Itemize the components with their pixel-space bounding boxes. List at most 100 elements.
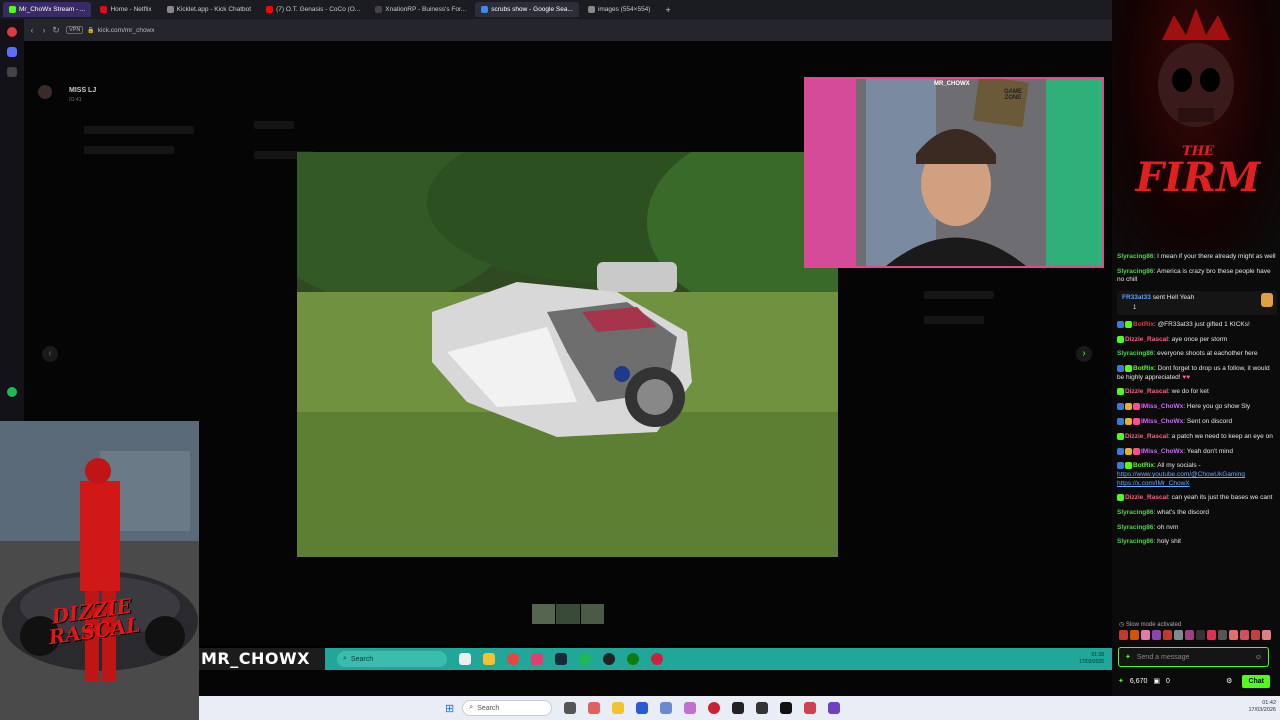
chat-message: BotRix: All my socials - https://www.you… (1117, 462, 1245, 487)
vpn-badge[interactable]: VPN (66, 26, 84, 34)
sub-badge-icon (1117, 432, 1124, 440)
store-icon[interactable] (636, 702, 649, 714)
folder-icon[interactable] (612, 702, 625, 714)
thumbnail[interactable] (556, 604, 580, 624)
obs-icon[interactable] (828, 702, 841, 714)
points-count: 6,670 (1129, 677, 1148, 685)
search-icon: ⌕ (469, 704, 474, 711)
settings-icon[interactable]: ⚙ (1226, 677, 1232, 685)
overlay-search: ⌕ Search (337, 651, 447, 667)
dm-time: 01:41 (69, 97, 82, 103)
app-icon[interactable] (804, 702, 817, 714)
emote-icon[interactable] (1229, 630, 1238, 640)
obs-icon (603, 653, 615, 665)
gta-character-image (0, 421, 199, 720)
chat-message: IMiss_ChoWx: Yeah don't mind (1117, 447, 1277, 457)
home-icon[interactable] (7, 47, 17, 57)
tab-google-search[interactable]: scrubs show - Google Sea... (475, 2, 579, 17)
windows-start-icon[interactable]: ⊞ (445, 702, 454, 715)
emote-icon[interactable] (1163, 630, 1172, 640)
thumbnail-strip[interactable] (532, 604, 604, 624)
spotify-icon[interactable] (7, 387, 17, 397)
chat-messages[interactable]: Slyracing86: I mean if your there alread… (1117, 253, 1277, 625)
new-tab-button[interactable]: + (659, 2, 676, 17)
opera-icon[interactable] (708, 702, 721, 714)
chat-input[interactable]: ✦ Send a message ☺ (1118, 647, 1269, 667)
dim-row (254, 121, 294, 129)
dim-row (84, 146, 174, 154)
sub-badge-icon (1117, 494, 1124, 502)
x-link[interactable]: https://x.com/IMr_ChowX (1117, 480, 1190, 487)
edge-icon[interactable] (588, 702, 601, 714)
emote-icon[interactable] (1207, 630, 1216, 640)
chat-send-button[interactable]: Chat (1242, 674, 1270, 688)
xbox-icon (627, 653, 639, 665)
emoji-icon[interactable]: ☺ (1255, 654, 1262, 661)
capcut-icon[interactable] (732, 702, 745, 714)
cam-label: MR_CHOWX (934, 81, 970, 87)
emote-icon[interactable] (1152, 630, 1161, 640)
webcam-image (806, 79, 1102, 266)
spotify-icon (579, 653, 591, 665)
gift-count-footer: 0 (1166, 677, 1170, 685)
vip-badge-icon (1133, 447, 1140, 455)
kicks-gift-message: FR33at33 sent Hell Yeah 1 (1117, 290, 1277, 315)
chat-message: Dizzie_Rascal: aye once per storm (1117, 335, 1277, 345)
dm-name: MISS LJ (69, 87, 97, 94)
bookmark-icon[interactable] (7, 67, 17, 77)
emote-icon[interactable] (1251, 630, 1260, 640)
system-clock: 01:42 17/03/2026 (1248, 700, 1276, 713)
emote-bar[interactable] (1119, 630, 1271, 642)
gift-icon[interactable]: ▣ (1153, 677, 1160, 685)
tab-youtube[interactable]: (7) O.T. Genasis - CoCo (O... (260, 2, 366, 17)
tab-kick-stream[interactable]: Mr_ChoWx Stream - ... (3, 2, 92, 17)
file-icon (459, 653, 471, 665)
epic-icon[interactable] (756, 702, 769, 714)
back-icon[interactable]: ‹ (26, 25, 38, 35)
url-field[interactable]: kick.com/mr_chowx (98, 27, 155, 34)
chat-message: Slyracing86: everyone shoots at eachothe… (1117, 350, 1258, 358)
chat-footer: ✦ 6,670 ▣ 0 ⚙ Chat (1118, 673, 1270, 689)
windows-taskbar: ⊞ ⌕ Search (199, 696, 1280, 720)
xnation-icon (375, 6, 383, 13)
emote-icon[interactable] (1196, 630, 1205, 640)
firm-title: THE FIRM (1135, 144, 1261, 201)
emote-icon[interactable] (1240, 630, 1249, 640)
thumbnail[interactable] (532, 604, 556, 624)
emote-icon[interactable] (1174, 630, 1183, 640)
mail-icon[interactable] (660, 702, 673, 714)
emote-icon[interactable] (1185, 630, 1194, 640)
browser-tab-bar: Mr_ChoWx Stream - ... Home - Netflix Kic… (0, 0, 1112, 19)
taskbar-search[interactable]: ⌕ Search (462, 700, 553, 716)
sparkle-icon[interactable]: ✦ (1125, 653, 1131, 661)
tab-xnation[interactable]: XnationRP - Buiness's For... (369, 2, 472, 17)
reload-icon[interactable]: ↻ (50, 25, 62, 36)
points-icon: ✦ (1118, 678, 1124, 685)
tab-images[interactable]: images (554×554) (582, 2, 657, 17)
prev-arrow-icon[interactable]: ‹ (42, 346, 58, 362)
youtube-icon (266, 6, 274, 13)
next-arrow-icon[interactable]: › (1076, 346, 1092, 362)
opera-icon[interactable] (7, 27, 17, 37)
kicklet-icon (166, 6, 174, 13)
mod-badge-icon (1117, 403, 1124, 411)
app-icon[interactable] (684, 702, 697, 714)
crown-badge-icon (1125, 418, 1132, 426)
chat-message: BotRix: Dont forget to drop us a follow,… (1117, 365, 1270, 381)
emote-icon[interactable] (1218, 630, 1227, 640)
tab-netflix[interactable]: Home - Netflix (94, 2, 157, 17)
lock-icon: 🔒 (87, 27, 95, 34)
dim-row (924, 316, 984, 324)
emote-icon[interactable] (1262, 630, 1271, 640)
heart-emote-icon: ♥♥ (1182, 373, 1191, 381)
task-view-icon[interactable] (564, 702, 577, 714)
emote-icon[interactable] (1130, 630, 1139, 640)
emote-icon[interactable] (1119, 630, 1128, 640)
youtube-link[interactable]: https://www.youtube.com/@ChowUkGaming (1117, 471, 1245, 478)
tab-kicklet[interactable]: Kicklet.app - Kick Chatbot (161, 2, 257, 17)
tiktok-icon[interactable] (780, 702, 793, 714)
chat-message: Dizzie_Rascal: we do for ket (1117, 388, 1277, 397)
thumbnail[interactable] (580, 604, 604, 624)
forward-icon[interactable]: › (38, 25, 50, 35)
emote-icon[interactable] (1141, 630, 1150, 640)
